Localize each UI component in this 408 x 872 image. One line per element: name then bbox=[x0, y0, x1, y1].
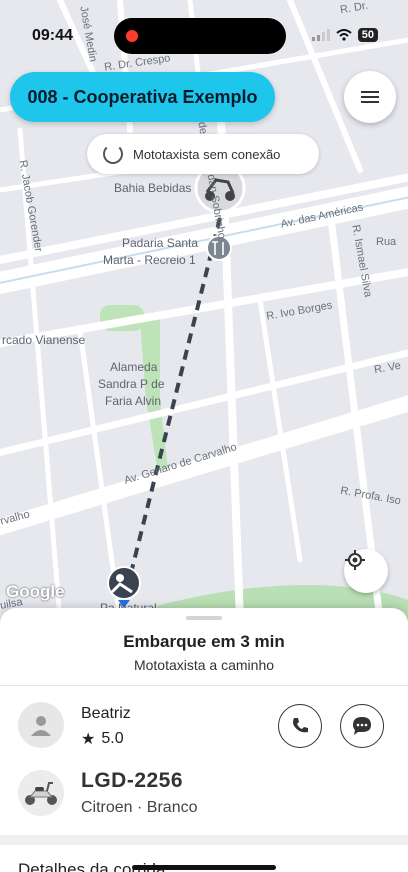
street-label: Rua bbox=[376, 236, 397, 248]
pickup-eta: Embarque em 3 min bbox=[123, 632, 285, 651]
vehicle-description: Citroen · Branco bbox=[81, 799, 198, 816]
phone-icon bbox=[293, 718, 308, 733]
call-driver-button[interactable] bbox=[278, 704, 322, 748]
place-label: Faria Alvin bbox=[105, 394, 162, 408]
cooperative-button[interactable]: 008 - Cooperativa Exemplo bbox=[10, 72, 275, 122]
person-icon bbox=[31, 716, 51, 736]
place-label: Padaria Santa bbox=[122, 236, 199, 250]
battery-icon: 50 bbox=[357, 28, 378, 42]
section-separator bbox=[0, 835, 408, 845]
chat-icon bbox=[353, 717, 371, 735]
place-label: Marta - Recreio 1 bbox=[103, 253, 196, 267]
status-icons: 50 bbox=[311, 28, 378, 42]
trip-bottom-sheet[interactable]: Embarque em 3 min Mototaxista a caminho … bbox=[0, 608, 408, 872]
vehicle-image bbox=[18, 770, 64, 816]
sheet-handle[interactable] bbox=[186, 616, 222, 620]
rating-value: 5.0 bbox=[101, 730, 124, 747]
star-icon: ★ bbox=[81, 731, 96, 748]
connection-text: Mototaxista sem conexão bbox=[133, 146, 281, 162]
hamburger-icon bbox=[361, 88, 379, 106]
signal-icon bbox=[311, 29, 330, 41]
status-bar: 09:44 50 bbox=[0, 0, 408, 72]
vehicle-plate: LGD-2256 bbox=[81, 769, 184, 792]
dynamic-island bbox=[114, 18, 286, 54]
place-label: rcado Vianense bbox=[2, 333, 86, 347]
clock: 09:44 bbox=[32, 27, 73, 44]
crosshair-icon bbox=[345, 550, 365, 570]
google-logo: Google bbox=[6, 582, 65, 601]
place-label: Bahia Bebidas bbox=[114, 181, 192, 195]
driver-avatar bbox=[18, 702, 64, 748]
scooter-icon bbox=[25, 782, 57, 805]
connection-banner: Mototaxista sem conexão bbox=[87, 134, 319, 174]
divider bbox=[0, 685, 408, 686]
place-label: Alameda bbox=[110, 360, 158, 374]
loading-spinner-icon bbox=[103, 144, 123, 164]
driver-name: Beatriz bbox=[81, 705, 131, 722]
place-label: Sandra P de bbox=[98, 377, 165, 391]
my-location-button[interactable] bbox=[344, 549, 388, 593]
menu-button[interactable] bbox=[344, 71, 396, 123]
recording-indicator-icon bbox=[126, 30, 138, 42]
chat-driver-button[interactable] bbox=[340, 704, 384, 748]
wifi-icon bbox=[336, 29, 352, 41]
trip-status: Mototaxista a caminho bbox=[133, 657, 275, 673]
home-indicator[interactable] bbox=[132, 865, 276, 870]
driver-rating: ★ 5.0 bbox=[81, 729, 124, 749]
